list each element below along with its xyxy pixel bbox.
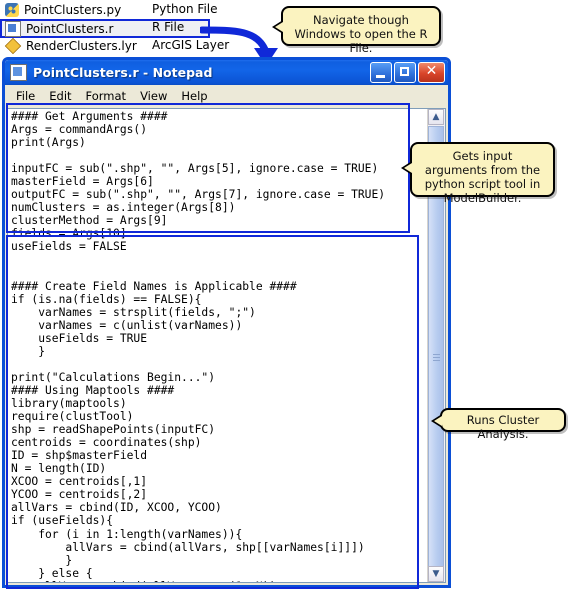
minimize-icon [376, 75, 385, 78]
callout-tail [272, 20, 283, 34]
maximize-icon [400, 67, 409, 76]
python-file-icon [5, 2, 19, 17]
callout-text: Runs Cluster Analysis. [466, 413, 540, 441]
title-bar[interactable]: PointClusters.r - Notepad ✕ [5, 60, 448, 85]
menu-bar: File Edit Format View Help [5, 85, 448, 107]
callout-tail [431, 414, 442, 428]
menu-item-view[interactable]: View [133, 87, 174, 105]
callout-arguments: Gets input arguments from the python scr… [401, 142, 555, 205]
scroll-up-arrow-icon[interactable]: ▲ [428, 109, 444, 125]
arcgis-layer-icon [4, 37, 22, 54]
menu-item-edit[interactable]: Edit [42, 87, 78, 105]
file-name: PointClusters.r [26, 21, 114, 36]
notepad-document-icon [10, 64, 27, 81]
menu-item-file[interactable]: File [9, 87, 42, 105]
menu-item-format[interactable]: Format [79, 87, 134, 105]
window-buttons: ✕ [370, 62, 445, 83]
file-type: ArcGIS Layer [152, 38, 230, 52]
text-editor-area[interactable]: #### Get Arguments #### Args = commandAr… [7, 108, 446, 583]
file-type: R File [152, 20, 185, 34]
file-type: Python File [152, 2, 218, 16]
minimize-button[interactable] [370, 62, 392, 83]
menu-item-help[interactable]: Help [174, 87, 214, 105]
scroll-down-arrow-icon[interactable]: ▼ [428, 566, 444, 582]
callout-text: Gets input arguments from the python scr… [424, 149, 541, 205]
code-text[interactable]: #### Get Arguments #### Args = commandAr… [11, 110, 412, 582]
close-icon: ✕ [425, 63, 438, 79]
maximize-button[interactable] [394, 62, 416, 83]
callout-tail [401, 161, 412, 175]
r-file-icon [5, 20, 21, 37]
notepad-window: PointClusters.r - Notepad ✕ File Edit Fo… [2, 57, 451, 588]
scrollbar-grip-icon [433, 354, 440, 361]
close-button[interactable]: ✕ [418, 62, 445, 83]
file-name: PointClusters.py [24, 2, 122, 17]
callout-navigate: Navigate though Windows to open the R Fi… [272, 6, 441, 55]
window-title: PointClusters.r - Notepad [33, 65, 213, 80]
file-name: RenderClusters.lyr [26, 38, 137, 53]
callout-cluster: Runs Cluster Analysis. [431, 408, 566, 441]
